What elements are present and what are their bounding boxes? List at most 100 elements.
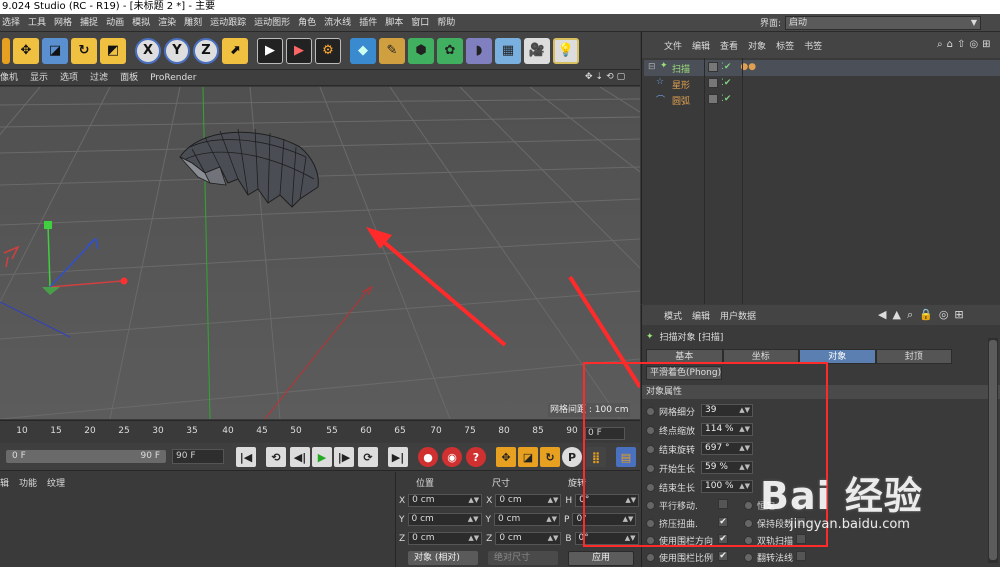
menu-window[interactable]: 窗口 [411,14,429,32]
obj-menu-tags[interactable]: 标签 [776,39,794,52]
object-row-arc[interactable]: ⌒ 圆弧 ⁚✔ [644,92,1000,108]
menu-character[interactable]: 角色 [298,14,316,32]
apply-button[interactable]: 应用 [568,551,634,566]
rotate-tool-icon[interactable]: ↻ [71,37,97,64]
back-arrow-icon[interactable]: ◀ [878,308,886,322]
menu-motion-tracking[interactable]: 运动跟踪 [210,14,246,32]
layer-icon[interactable] [708,78,718,88]
visibility-check-icon[interactable]: ⁚✔ [721,62,731,72]
pan-icon[interactable]: ✥ [585,72,593,82]
go-to-start-icon[interactable]: |◀ [236,447,256,467]
next-frame-icon[interactable]: |▶ [334,447,354,467]
menu-plugins[interactable]: 插件 [359,14,377,32]
vp-menu-camera[interactable]: 像机 [0,70,18,86]
timeline-ruler[interactable]: 10 15 20 25 30 35 40 45 50 55 60 65 70 7… [0,420,640,442]
vp-menu-prorender[interactable]: ProRender [150,70,196,86]
up-arrow-icon[interactable]: ▲ [892,308,900,322]
light-icon[interactable]: 💡 [553,37,579,64]
object-row-star[interactable]: ☆ 星形 ⁚✔ [644,76,1000,92]
vp-menu-display[interactable]: 显示 [30,70,48,86]
search-icon[interactable]: ⌕ [937,39,943,50]
size-mode-select[interactable]: 绝对尺寸 [488,551,558,565]
home-icon[interactable]: ⌂ [947,39,953,50]
layout-select[interactable]: 启动 ▼ [785,15,982,30]
preview-range-slider[interactable]: 0 F 90 F [6,450,166,463]
deformer-icon[interactable]: ◗ [466,37,492,64]
mat-menu-edit[interactable]: 辑 [0,476,9,489]
x-axis-icon[interactable]: X [135,37,161,64]
obj-menu-view[interactable]: 查看 [720,39,738,52]
lock-icon[interactable]: 🔒 [919,308,933,322]
3d-viewport[interactable]: 网格间距 : 100 cm [0,87,640,419]
obj-menu-bookmarks[interactable]: 书签 [804,39,822,52]
visibility-check-icon[interactable]: ⁚✔ [721,78,731,88]
dolly-icon[interactable]: ⇣ [596,72,604,82]
new-window-icon[interactable]: ⊞ [954,308,963,322]
position-y-field[interactable]: 0 cm ▲▼ [407,513,482,526]
coordinate-mode-select[interactable]: 对象 (相对) [408,551,478,565]
menu-render[interactable]: 渲染 [158,14,176,32]
key-position-icon[interactable]: ✥ [496,447,516,467]
obj-menu-file[interactable]: 文件 [664,39,682,52]
keyframe-selection-icon[interactable]: ? [466,447,486,467]
key-parameter-icon[interactable]: P [562,447,582,467]
obj-menu-object[interactable]: 对象 [748,39,766,52]
render-picture-viewer-icon[interactable]: ▶ [286,37,312,64]
subdivision-icon[interactable]: ⬢ [408,37,434,64]
menu-simulate[interactable]: 模拟 [132,14,150,32]
obj-menu-edit[interactable]: 编辑 [692,39,710,52]
record-icon[interactable]: ● [418,447,438,467]
play-icon[interactable]: ▶ [312,447,332,467]
key-scale-icon[interactable]: ◪ [518,447,538,467]
attr-menu-userdata[interactable]: 用户数据 [720,309,756,322]
toolbar-edge-icon[interactable] [2,37,10,64]
cube-object-icon[interactable]: ◆ [350,37,376,64]
menu-script[interactable]: 脚本 [385,14,403,32]
animate-radio[interactable] [744,552,753,562]
mat-menu-texture[interactable]: 纹理 [47,476,65,489]
layer-icon[interactable] [708,94,718,104]
y-axis-icon[interactable]: Y [164,37,190,64]
coordinate-system-icon[interactable]: ⬈ [222,37,248,64]
recent-tool-icon[interactable]: ◩ [100,37,126,64]
menu-pipeline[interactable]: 流水线 [324,14,351,32]
vp-menu-panel[interactable]: 面板 [120,70,138,86]
scale-tool-icon[interactable]: ◪ [42,37,68,64]
vp-menu-filter[interactable]: 过滤 [90,70,108,86]
menu-mograph[interactable]: 运动图形 [254,14,290,32]
z-axis-icon[interactable]: Z [193,37,219,64]
new-window-icon[interactable]: ⊞ [982,39,990,50]
layer-icon[interactable] [708,62,718,72]
size-x-field[interactable]: 0 cm ▲▼ [495,494,562,507]
target-icon[interactable]: ◎ [939,308,949,322]
menu-help[interactable]: 帮助 [437,14,455,32]
target-icon[interactable]: ◎ [969,39,978,50]
move-tool-icon[interactable]: ✥ [13,37,39,64]
tab-caps[interactable]: 封顶 [875,349,952,364]
attr-menu-mode[interactable]: 模式 [664,309,682,322]
attr-menu-edit[interactable]: 编辑 [692,309,710,322]
end-frame-field[interactable]: 90 F [172,449,224,464]
render-settings-icon[interactable]: ⚙ [315,37,341,64]
render-view-icon[interactable]: ▶ [257,37,283,64]
position-z-field[interactable]: 0 cm ▲▼ [408,532,483,545]
menu-mesh[interactable]: 网格 [54,14,72,32]
vp-menu-options[interactable]: 选项 [60,70,78,86]
maximize-icon[interactable]: ▢ [617,72,626,82]
go-to-end-icon[interactable]: ▶| [388,447,408,467]
menu-select[interactable]: 选择 [2,14,20,32]
menu-sculpt[interactable]: 雕刻 [184,14,202,32]
spline-pen-icon[interactable]: ✎ [379,37,405,64]
tree-expand-icon[interactable]: ⊟ [648,62,656,72]
position-x-field[interactable]: 0 cm ▲▼ [408,494,483,507]
menu-snap[interactable]: 捕捉 [80,14,98,32]
size-y-field[interactable]: 0 cm ▲▼ [494,513,560,526]
up-arrow-icon[interactable]: ⇧ [957,39,965,50]
auto-key-icon[interactable]: ◉ [442,447,462,467]
menu-tools[interactable]: 工具 [28,14,46,32]
search-icon[interactable]: ⌕ [907,308,913,322]
camera-icon[interactable]: 🎥 [524,37,550,64]
previous-frame-icon[interactable]: ◀| [290,447,310,467]
rail-scale-checkbox[interactable]: ✔ [718,551,728,561]
orbit-icon[interactable]: ⟲ [606,72,614,82]
